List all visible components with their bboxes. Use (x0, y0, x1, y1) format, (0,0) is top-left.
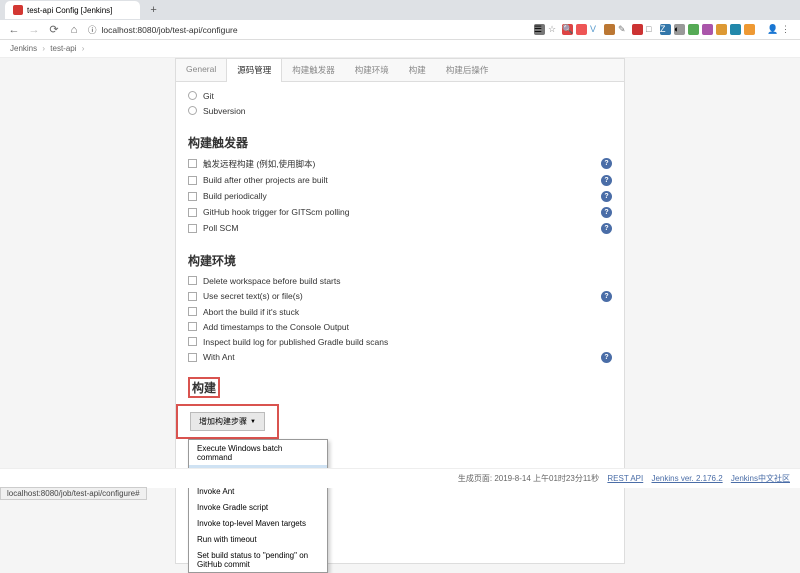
config-panel: General 源码管理 构建触发器 构建环境 构建 构建后操作 Git Sub… (175, 58, 625, 564)
scm-git-row[interactable]: Git (188, 88, 612, 103)
checkbox[interactable] (188, 322, 197, 331)
footer-version[interactable]: Jenkins ver. 2.176.2 (651, 474, 722, 483)
radio-unchecked[interactable] (188, 106, 197, 115)
tab-post[interactable]: 构建后操作 (436, 59, 499, 81)
ext-icon[interactable] (702, 24, 713, 35)
env-secret: Use secret text(s) or file(s) (203, 291, 303, 301)
ext-icon[interactable] (604, 24, 615, 35)
help-icon[interactable]: ? (601, 175, 612, 186)
option-invoke-gradle[interactable]: Invoke Gradle script (189, 499, 327, 515)
ext-icon[interactable] (730, 24, 741, 35)
home-button[interactable]: ⌂ (68, 24, 80, 36)
chevron-right-icon: › (82, 44, 85, 53)
radio-unchecked[interactable] (188, 91, 197, 100)
tab-build[interactable]: 构建 (399, 59, 436, 81)
back-button[interactable]: ← (8, 24, 20, 36)
checkbox[interactable] (188, 176, 197, 185)
forward-button[interactable]: → (28, 24, 40, 36)
footer-timestamp: 生成页面: 2019-8-14 上午01时23分11秒 (458, 474, 599, 483)
ext-icon[interactable] (576, 24, 587, 35)
url-field[interactable]: ⓘ localhost:8080/job/test-api/configure (88, 24, 288, 36)
tab-scm[interactable]: 源码管理 (226, 59, 282, 82)
trigger-after: Build after other projects are built (203, 175, 328, 185)
status-bar: localhost:8080/job/test-api/configure# (0, 487, 147, 500)
url-bar: ← → ⟳ ⌂ ⓘ localhost:8080/job/test-api/co… (0, 20, 800, 40)
help-icon[interactable]: ? (601, 223, 612, 234)
trigger-remote: 触发远程构建 (例如,使用脚本) (203, 158, 315, 170)
add-build-step-button[interactable]: 增加构建步骤 (190, 412, 265, 431)
new-tab-button[interactable]: + (150, 4, 156, 16)
section-env-title: 构建环境 (188, 252, 612, 269)
help-icon[interactable]: ? (601, 291, 612, 302)
option-pending[interactable]: Set build status to "pending" on GitHub … (189, 547, 327, 572)
tab-general[interactable]: General (176, 59, 226, 81)
checkbox[interactable] (188, 192, 197, 201)
breadcrumb-item[interactable]: test-api (50, 44, 76, 53)
ext-icon[interactable]: ✎ (618, 24, 629, 35)
trigger-periodic: Build periodically (203, 191, 267, 201)
option-timeout[interactable]: Run with timeout (189, 531, 327, 547)
trigger-poll: Poll SCM (203, 223, 238, 233)
ext-icon[interactable] (632, 24, 643, 35)
checkbox[interactable] (188, 276, 197, 285)
breadcrumb-root[interactable]: Jenkins (10, 44, 37, 53)
reload-button[interactable]: ⟳ (48, 23, 60, 36)
menu-icon[interactable]: ⋮ (781, 24, 792, 35)
config-tabs: General 源码管理 构建触发器 构建环境 构建 构建后操作 (176, 59, 624, 82)
build-step-dropdown: Execute Windows batch command Execute sh… (188, 439, 328, 573)
extension-icons: ☰ ☆ 🔍 V ✎ □ Z ◐ 👤 ⋮ (534, 24, 792, 35)
url-text: localhost:8080/job/test-api/configure (102, 25, 238, 35)
chevron-right-icon: › (42, 44, 45, 53)
ext-icon[interactable]: ◐ (674, 24, 685, 35)
help-icon[interactable]: ? (601, 158, 612, 169)
option-maven[interactable]: Invoke top-level Maven targets (189, 515, 327, 531)
scm-svn-row[interactable]: Subversion (188, 103, 612, 118)
checkbox[interactable] (188, 307, 197, 316)
help-icon[interactable]: ? (601, 191, 612, 202)
footer-cn[interactable]: Jenkins中文社区 (731, 474, 790, 483)
checkbox[interactable] (188, 208, 197, 217)
help-icon[interactable]: ? (601, 352, 612, 363)
env-timestamps: Add timestamps to the Console Output (203, 322, 349, 332)
browser-tab-strip: test-api Config [Jenkins] + (0, 0, 800, 20)
info-icon[interactable]: ⓘ (88, 24, 97, 36)
help-icon[interactable]: ? (601, 207, 612, 218)
ext-icon[interactable]: ☰ (534, 24, 545, 35)
tab-title: test-api Config [Jenkins] (27, 6, 112, 15)
page-footer: 生成页面: 2019-8-14 上午01时23分11秒 REST API Jen… (0, 468, 800, 488)
checkbox[interactable] (188, 224, 197, 233)
ext-icon[interactable]: 🔍 (562, 24, 573, 35)
env-ant: With Ant (203, 352, 235, 362)
env-inspect: Inspect build log for published Gradle b… (203, 337, 388, 347)
trigger-github: GitHub hook trigger for GITScm polling (203, 207, 349, 217)
star-icon[interactable]: ☆ (548, 24, 559, 35)
browser-tab[interactable]: test-api Config [Jenkins] (5, 1, 140, 19)
jenkins-favicon (13, 5, 23, 15)
ext-icon[interactable]: V (590, 24, 601, 35)
checkbox[interactable] (188, 353, 197, 362)
footer-rest-api[interactable]: REST API (607, 474, 643, 483)
checkbox[interactable] (188, 292, 197, 301)
ext-icon[interactable] (688, 24, 699, 35)
env-delete-ws: Delete workspace before build starts (203, 276, 341, 286)
tab-env[interactable]: 构建环境 (345, 59, 399, 81)
env-abort: Abort the build if it's stuck (203, 307, 299, 317)
ext-icon[interactable]: □ (646, 24, 657, 35)
tab-triggers[interactable]: 构建触发器 (282, 59, 345, 81)
ext-icon[interactable]: Z (660, 24, 671, 35)
option-win-batch[interactable]: Execute Windows batch command (189, 440, 327, 465)
checkbox[interactable] (188, 337, 197, 346)
ext-icon[interactable] (716, 24, 727, 35)
section-build-title: 构建 (192, 381, 216, 395)
breadcrumb: Jenkins › test-api › (0, 40, 800, 58)
section-triggers-title: 构建触发器 (188, 134, 612, 151)
ext-icon[interactable] (744, 24, 755, 35)
checkbox[interactable] (188, 159, 197, 168)
profile-icon[interactable]: 👤 (767, 24, 778, 35)
